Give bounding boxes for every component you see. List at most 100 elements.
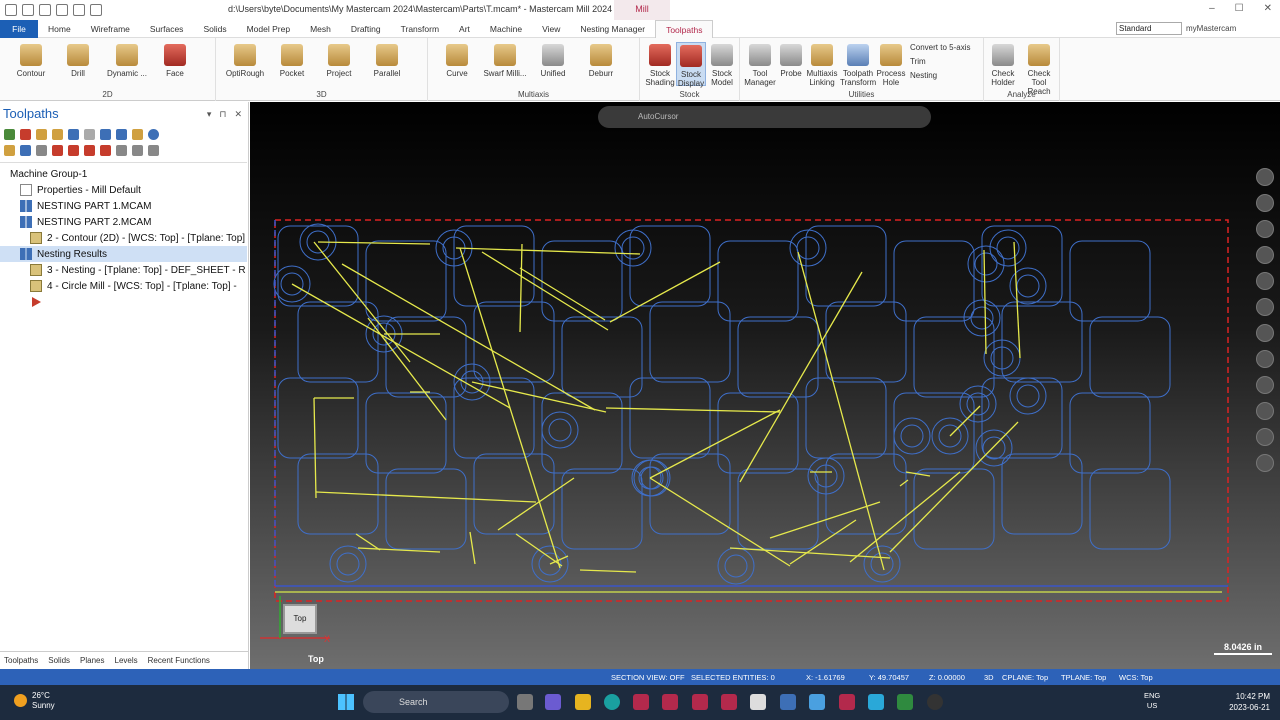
iso-view-icon[interactable] — [1256, 272, 1274, 290]
stock-toggle-icon[interactable] — [1256, 350, 1274, 368]
tab-home[interactable]: Home — [38, 20, 81, 38]
pin-icon[interactable]: ⊓ — [219, 109, 226, 120]
section-view-status[interactable]: SECTION VIEW: OFF — [611, 673, 685, 682]
tab-surfaces[interactable]: Surfaces — [140, 20, 194, 38]
tab-drafting[interactable]: Drafting — [341, 20, 391, 38]
toggle-display-icon[interactable] — [20, 144, 31, 156]
scroll-arrow-icon[interactable] — [100, 144, 111, 156]
check-holder-button[interactable]: Check Holder — [986, 42, 1020, 87]
tab-toolpaths[interactable]: Toolpaths — [655, 19, 714, 38]
project-button[interactable]: Project — [314, 42, 364, 78]
teams-icon[interactable] — [545, 694, 561, 710]
tree-item[interactable]: 4 - Circle Mill - [WCS: Top] - [Tplane: … — [0, 278, 247, 294]
excel-icon[interactable] — [897, 694, 913, 710]
zoom-in-icon[interactable] — [1256, 168, 1274, 186]
parallel-button[interactable]: Parallel — [362, 42, 412, 78]
wcs-status[interactable]: WCS: Top — [1119, 673, 1153, 682]
tree-item[interactable]: Nesting Results — [0, 246, 247, 262]
edge-icon[interactable] — [604, 694, 620, 710]
lock-icon[interactable] — [4, 144, 15, 156]
tab-machine[interactable]: Machine — [480, 20, 532, 38]
probe-button[interactable]: Probe — [776, 42, 806, 78]
stock-display-button[interactable]: Stock Display — [676, 42, 706, 88]
shade-icon[interactable] — [1256, 324, 1274, 342]
cplane-status[interactable]: CPLANE: Top — [1002, 673, 1048, 682]
new-file-icon[interactable] — [5, 4, 17, 16]
tab-mesh[interactable]: Mesh — [300, 20, 341, 38]
dynamic-button[interactable]: Dynamic ... — [102, 42, 152, 78]
fit-icon[interactable] — [1256, 246, 1274, 264]
expand-icon[interactable] — [132, 144, 143, 156]
optirough-button[interactable]: OptiRough — [220, 42, 270, 78]
security-icon[interactable] — [780, 694, 796, 710]
obs-icon[interactable] — [927, 694, 943, 710]
convert-5axis-button[interactable]: Convert to 5-axis — [910, 43, 970, 52]
verify-icon[interactable] — [84, 128, 95, 140]
regenerate-icon[interactable] — [36, 128, 47, 140]
trim-button[interactable]: Trim — [910, 57, 926, 66]
redo-icon[interactable] — [90, 4, 102, 16]
post-toggle-icon[interactable] — [36, 144, 47, 156]
deburr-button[interactable]: Deburr — [576, 42, 626, 78]
tool-manager-button[interactable]: Tool Manager — [740, 42, 780, 87]
multiaxis-linking-button[interactable]: Multiaxis Linking — [804, 42, 840, 87]
tab-levels-panel[interactable]: Levels — [115, 656, 138, 665]
open-icon[interactable] — [39, 4, 51, 16]
tree-item[interactable]: Properties - Mill Default — [0, 182, 247, 198]
toolpath-transform-button[interactable]: Toolpath Transform — [840, 42, 876, 87]
post-icon[interactable] — [116, 128, 127, 140]
file-explorer-icon[interactable] — [575, 694, 591, 710]
regenerate-dirty-icon[interactable] — [52, 128, 63, 140]
maximize-button[interactable]: ☐ — [1235, 3, 1244, 14]
start-icon[interactable] — [338, 694, 354, 710]
weather-widget[interactable]: 26°C Sunny — [14, 691, 55, 711]
minimize-button[interactable]: – — [1209, 3, 1215, 14]
tree-item[interactable]: 3 - Nesting - [Tplane: Top] - DEF_SHEET … — [0, 262, 247, 278]
measure-icon[interactable] — [1256, 402, 1274, 420]
swarf-milling-button[interactable]: Swarf Milli... — [480, 42, 530, 78]
save-icon[interactable] — [22, 4, 34, 16]
face-button[interactable]: Face — [150, 42, 200, 78]
pocket-button[interactable]: Pocket — [267, 42, 317, 78]
task-view-icon[interactable] — [517, 694, 533, 710]
tab-recent-functions-panel[interactable]: Recent Functions — [148, 656, 210, 665]
backplot-icon[interactable] — [68, 128, 79, 140]
taskbar-search[interactable]: Search — [363, 691, 509, 713]
wireframe-icon[interactable] — [1256, 298, 1274, 316]
print-icon[interactable] — [56, 4, 68, 16]
rotate-icon[interactable] — [1256, 220, 1274, 238]
close-button[interactable]: ✕ — [1264, 3, 1272, 14]
drill-button[interactable]: Drill — [53, 42, 103, 78]
move-up-icon[interactable] — [68, 144, 79, 156]
collapse-icon[interactable] — [148, 144, 159, 156]
contour-button[interactable]: Contour — [6, 42, 56, 78]
tab-wireframe[interactable]: Wireframe — [81, 20, 140, 38]
tplane-status[interactable]: TPLANE: Top — [1061, 673, 1106, 682]
tab-solids-panel[interactable]: Solids — [48, 656, 70, 665]
section-icon[interactable] — [1256, 376, 1274, 394]
settings-icon[interactable] — [1256, 428, 1274, 446]
stock-model-button[interactable]: Stock Model — [706, 42, 738, 87]
highfeed-icon[interactable] — [132, 128, 143, 140]
workspace-select[interactable]: Standard — [1116, 22, 1182, 35]
tab-transform[interactable]: Transform — [391, 20, 449, 38]
mastercam-active-icon[interactable] — [839, 694, 855, 710]
view-cube[interactable]: Top — [283, 604, 317, 634]
move-down-icon[interactable] — [52, 144, 63, 156]
curve-button[interactable]: Curve — [432, 42, 482, 78]
tree-item[interactable]: 2 - Contour (2D) - [WCS: Top] - [Tplane:… — [0, 230, 247, 246]
tab-planes-panel[interactable]: Planes — [80, 656, 104, 665]
tree-item[interactable]: NESTING PART 1.MCAM — [0, 198, 247, 214]
help-icon[interactable] — [148, 128, 159, 140]
store-icon[interactable] — [868, 694, 884, 710]
mymastercam-link[interactable]: myMastercam — [1186, 24, 1236, 33]
tab-toolpaths-panel[interactable]: Toolpaths — [4, 656, 38, 665]
language-indicator[interactable]: ENG US — [1144, 691, 1160, 711]
tab-view[interactable]: View — [532, 20, 570, 38]
onedrive-icon[interactable] — [809, 694, 825, 710]
mastercam-icon-3[interactable] — [692, 694, 708, 710]
tab-model-prep[interactable]: Model Prep — [237, 20, 300, 38]
check-tool-reach-button[interactable]: Check Tool Reach — [1020, 42, 1058, 96]
insert-arrow-icon[interactable] — [84, 144, 95, 156]
graphics-viewport[interactable]: X AutoCursor Top Top 8.0426 in — [250, 102, 1280, 669]
